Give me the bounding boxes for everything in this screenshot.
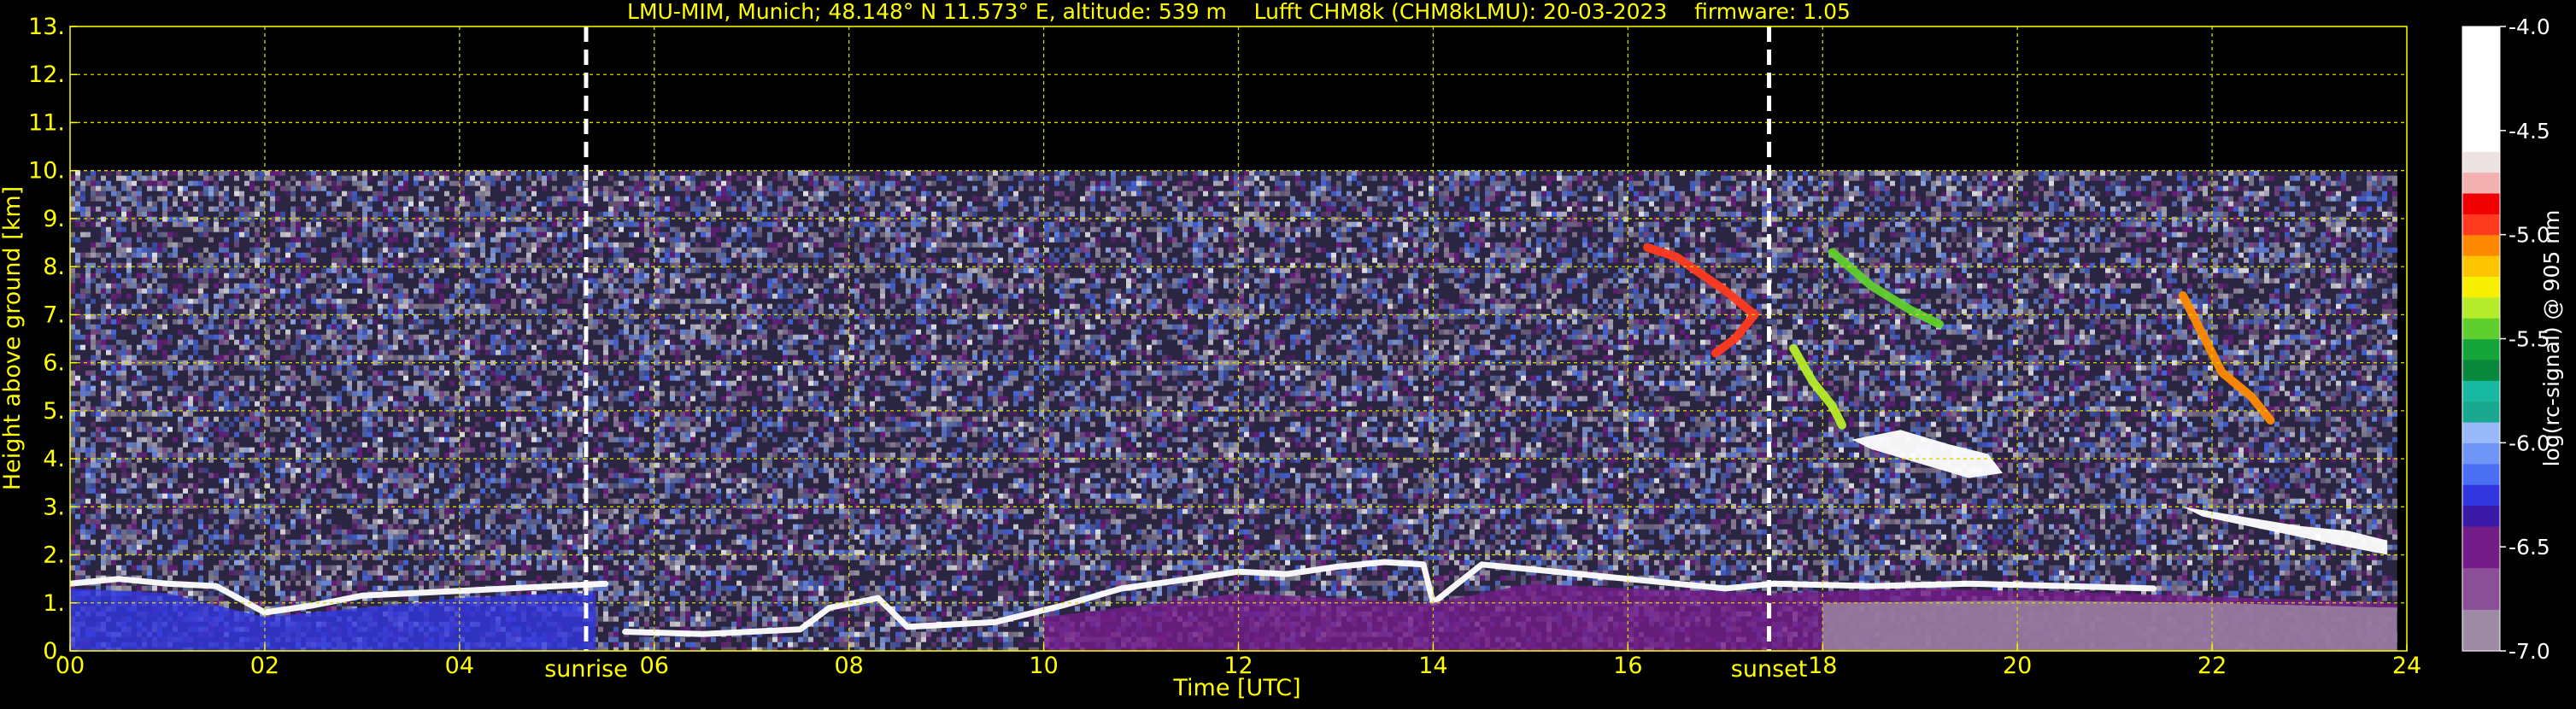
y-tick-label: 10. bbox=[28, 158, 65, 185]
x-tick-label: 08 bbox=[834, 653, 863, 679]
colorbar-level bbox=[2462, 151, 2500, 173]
x-tick-label: 22 bbox=[2198, 653, 2227, 679]
backscatter-field bbox=[70, 171, 2397, 653]
x-axis-label: Time [UTC] bbox=[1172, 675, 1300, 701]
y-tick-label: 2. bbox=[43, 542, 65, 569]
colorbar-level bbox=[2462, 214, 2500, 235]
y-tick-label: 5. bbox=[43, 398, 65, 425]
colorbar-level bbox=[2462, 380, 2500, 401]
x-tick-label: 10 bbox=[1029, 653, 1058, 679]
y-tick-label: 7. bbox=[43, 302, 65, 328]
colorbar-tick-label: -6.5 bbox=[2509, 535, 2550, 560]
colorbar-level bbox=[2462, 484, 2500, 506]
y-tick-label: 8. bbox=[43, 254, 65, 280]
y-tick-label: 13. bbox=[28, 14, 65, 40]
ceilometer-chart: sunrisesunset 00020406081012141618202224… bbox=[0, 0, 2576, 706]
x-tick-label: 14 bbox=[1418, 653, 1447, 679]
y-tick-label: 6. bbox=[43, 350, 65, 377]
colorbar-label: log(rc-signal) @ 905 nm bbox=[2539, 210, 2564, 467]
colorbar-level bbox=[2462, 360, 2500, 381]
colorbar-level bbox=[2462, 276, 2500, 297]
y-tick-label: 4. bbox=[43, 446, 65, 472]
aerosol-layer-11 bbox=[1822, 601, 2397, 651]
x-tick-label: 02 bbox=[250, 653, 279, 679]
y-tick-label: 3. bbox=[43, 494, 65, 520]
colorbar-level bbox=[2462, 255, 2500, 277]
colorbar-level bbox=[2462, 401, 2500, 423]
x-tick-label: 04 bbox=[445, 653, 474, 679]
colorbar-level bbox=[2462, 193, 2500, 214]
colorbar-level bbox=[2462, 442, 2500, 464]
y-tick-label: 1. bbox=[43, 590, 65, 617]
colorbar-level bbox=[2462, 26, 2500, 152]
x-tick-label: 24 bbox=[2392, 653, 2421, 679]
y-tick-label: 9. bbox=[43, 206, 65, 232]
y-tick-label: 12. bbox=[28, 62, 65, 88]
chart-title: LMU-MIM, Munich; 48.148° N 11.573° E, al… bbox=[627, 0, 1851, 24]
colorbar-level bbox=[2462, 173, 2500, 194]
x-tick-label: 20 bbox=[2003, 653, 2032, 679]
ceilometer-figure: sunrisesunset 00020406081012141618202224… bbox=[0, 0, 2576, 706]
sunset-label: sunset bbox=[1731, 656, 1808, 683]
y-axis-label: Height above ground [km] bbox=[0, 186, 26, 490]
colorbar-level bbox=[2462, 422, 2500, 443]
colorbar-level bbox=[2462, 318, 2500, 339]
colorbar-level bbox=[2462, 339, 2500, 360]
colorbar-level bbox=[2462, 526, 2500, 568]
colorbar-tick-label: -7.0 bbox=[2509, 639, 2550, 664]
colorbar-level bbox=[2462, 568, 2500, 610]
colorbar-level bbox=[2462, 464, 2500, 485]
x-tick-label: 06 bbox=[640, 653, 669, 679]
x-tick-label: 16 bbox=[1613, 653, 1642, 679]
colorbar-level bbox=[2462, 505, 2500, 526]
y-tick-label: 11. bbox=[28, 109, 65, 136]
colorbar-level bbox=[2462, 297, 2500, 319]
y-tick-label: 0. bbox=[43, 638, 65, 665]
colorbar-tick-label: -4.0 bbox=[2509, 15, 2550, 39]
colorbar-tick-label: -4.5 bbox=[2509, 119, 2550, 144]
sunrise-label: sunrise bbox=[544, 656, 628, 683]
colorbar-level bbox=[2462, 235, 2500, 256]
x-tick-label: 18 bbox=[1808, 653, 1837, 679]
colorbar-level bbox=[2462, 609, 2500, 651]
